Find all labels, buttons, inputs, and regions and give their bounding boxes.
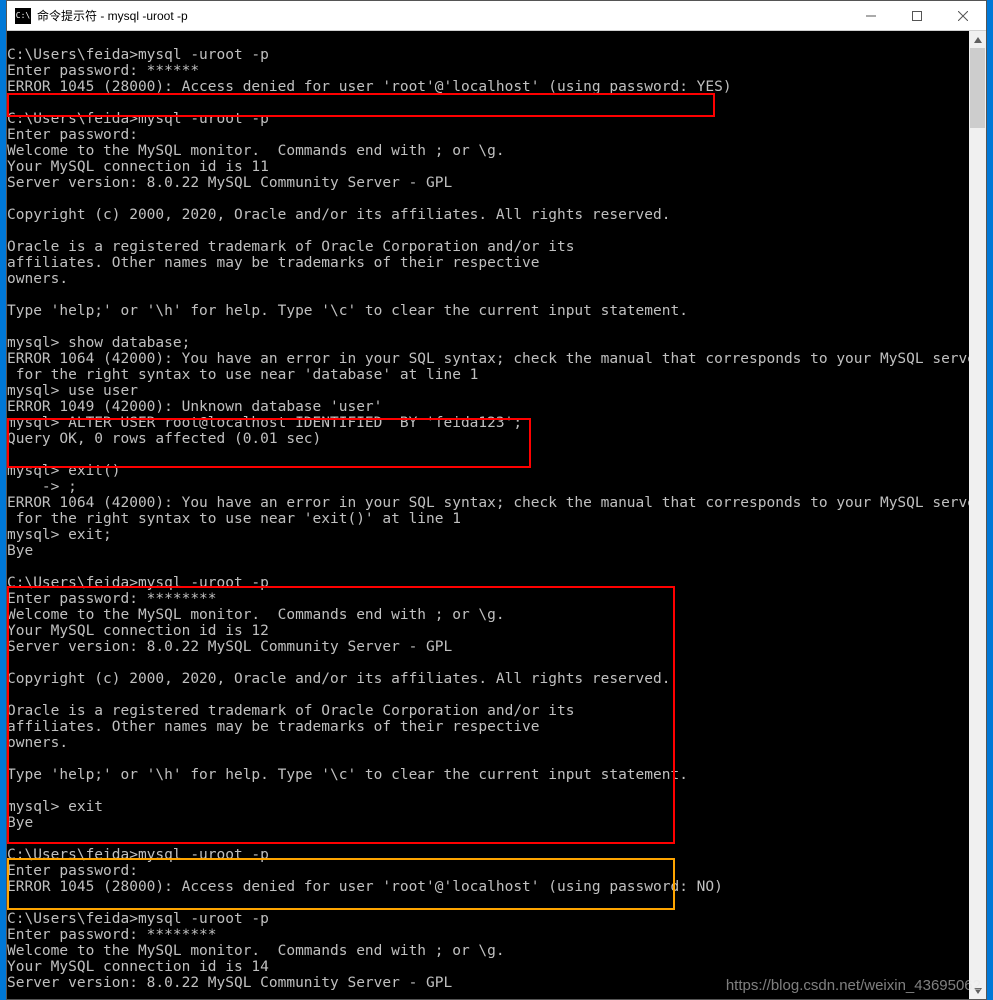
scrollbar-thumb[interactable] [970,48,985,128]
terminal-line [7,31,969,47]
terminal-line: -> ; [7,479,969,495]
terminal-line: ERROR 1064 (42000): You have an error in… [7,351,969,367]
terminal-line: C:\Users\feida>mysql -uroot -p [7,847,969,863]
terminal-line: Enter password: [7,127,969,143]
terminal-line: affiliates. Other names may be trademark… [7,719,969,735]
client-area: C:\Users\feida>mysql -uroot -pEnter pass… [7,31,986,999]
terminal-line [7,895,969,911]
terminal-line: Server version: 8.0.22 MySQL Community S… [7,975,969,991]
vertical-scrollbar[interactable] [969,31,986,999]
terminal-line: Your MySQL connection id is 11 [7,159,969,175]
app-window: C:\ 命令提示符 - mysql -uroot -p C:\Users\fei… [6,0,987,1000]
terminal-line: mysql> use user [7,383,969,399]
terminal-line: Your MySQL connection id is 14 [7,959,969,975]
terminal-output[interactable]: C:\Users\feida>mysql -uroot -pEnter pass… [7,31,969,999]
cmd-icon: C:\ [15,8,31,24]
terminal-line: Enter password: ****** [7,63,969,79]
window-title: 命令提示符 - mysql -uroot -p [37,7,188,24]
terminal-line: Enter password: ******** [7,927,969,943]
terminal-line: owners. [7,735,969,751]
titlebar[interactable]: C:\ 命令提示符 - mysql -uroot -p [7,1,986,31]
terminal-line: Type 'help;' or '\h' for help. Type '\c'… [7,303,969,319]
terminal-line: for the right syntax to use near 'databa… [7,367,969,383]
terminal-line [7,95,969,111]
terminal-line: Oracle is a registered trademark of Orac… [7,239,969,255]
terminal-line: ERROR 1045 (28000): Access denied for us… [7,879,969,895]
terminal-line [7,751,969,767]
terminal-line: mysql> exit; [7,527,969,543]
terminal-line [7,655,969,671]
terminal-line: Welcome to the MySQL monitor. Commands e… [7,143,969,159]
terminal-line: Oracle is a registered trademark of Orac… [7,703,969,719]
terminal-line: ERROR 1049 (42000): Unknown database 'us… [7,399,969,415]
terminal-line: C:\Users\feida>mysql -uroot -p [7,47,969,63]
minimize-button[interactable] [848,1,894,31]
terminal-line: Copyright (c) 2000, 2020, Oracle and/or … [7,671,969,687]
terminal-line: Query OK, 0 rows affected (0.01 sec) [7,431,969,447]
terminal-line: Server version: 8.0.22 MySQL Community S… [7,175,969,191]
terminal-line: C:\Users\feida>mysql -uroot -p [7,911,969,927]
terminal-line [7,831,969,847]
terminal-line: owners. [7,271,969,287]
terminal-line: C:\Users\feida>mysql -uroot -p [7,575,969,591]
terminal-line: Welcome to the MySQL monitor. Commands e… [7,943,969,959]
terminal-line: Type 'help;' or '\h' for help. Type '\c'… [7,767,969,783]
terminal-line [7,319,969,335]
terminal-line: Enter password: ******** [7,591,969,607]
terminal-line: C:\Users\feida>mysql -uroot -p [7,111,969,127]
terminal-line [7,559,969,575]
terminal-line: Bye [7,543,969,559]
terminal-line [7,687,969,703]
terminal-line: affiliates. Other names may be trademark… [7,255,969,271]
scrollbar-up-arrow[interactable] [969,31,986,48]
terminal-line: ERROR 1064 (42000): You have an error in… [7,495,969,511]
terminal-line: ERROR 1045 (28000): Access denied for us… [7,79,969,95]
terminal-line [7,223,969,239]
close-button[interactable] [940,1,986,31]
terminal-line: Copyright (c) 2000, 2020, Oracle and/or … [7,207,969,223]
terminal-line: Your MySQL connection id is 12 [7,623,969,639]
terminal-line [7,783,969,799]
terminal-line: mysql> show database; [7,335,969,351]
terminal-line: mysql> exit() [7,463,969,479]
terminal-line: Bye [7,815,969,831]
terminal-line: Welcome to the MySQL monitor. Commands e… [7,607,969,623]
terminal-line [7,287,969,303]
terminal-line: for the right syntax to use near 'exit()… [7,511,969,527]
terminal-line: Server version: 8.0.22 MySQL Community S… [7,639,969,655]
terminal-line: Enter password: [7,863,969,879]
terminal-line: mysql> exit [7,799,969,815]
terminal-line [7,447,969,463]
scrollbar-track[interactable] [969,48,986,982]
terminal-line [7,191,969,207]
terminal-line: mysql> ALTER USER root@localhost IDENTIF… [7,415,969,431]
maximize-button[interactable] [894,1,940,31]
scrollbar-down-arrow[interactable] [969,982,986,999]
